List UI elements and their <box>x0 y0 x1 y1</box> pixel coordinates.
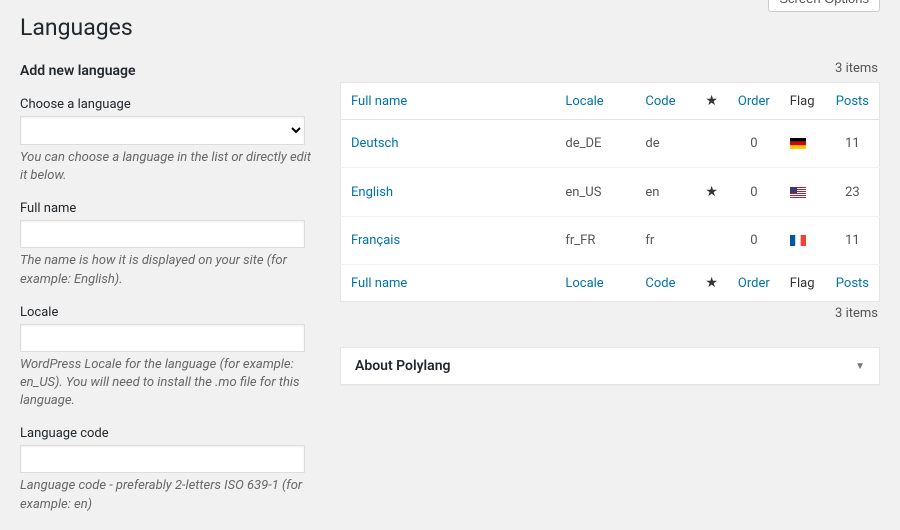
form-section-title: Add new language <box>20 63 320 79</box>
full-name-input[interactable] <box>20 220 305 248</box>
about-polylang-toggle[interactable]: About Polylang ▼ <box>341 348 879 384</box>
choose-language-select[interactable] <box>20 116 305 145</box>
star-icon[interactable]: ★ <box>705 93 718 109</box>
chevron-down-icon: ▼ <box>855 361 865 372</box>
add-language-form: Add new language Choose a language You c… <box>20 57 320 530</box>
language-name-link[interactable]: Français <box>351 233 400 248</box>
language-code: fr <box>635 217 695 265</box>
col-footer-full-name[interactable]: Full name <box>351 276 407 291</box>
flag-icon <box>790 138 806 149</box>
table-row: English en_USen ★ 0 23 <box>341 168 880 217</box>
language-order: 0 <box>728 168 780 217</box>
language-locale: en_US <box>555 168 635 217</box>
col-header-code[interactable]: Code <box>645 94 675 109</box>
star-icon[interactable]: ★ <box>705 184 718 200</box>
language-order: 0 <box>728 120 780 168</box>
col-footer-code[interactable]: Code <box>645 276 675 291</box>
locale-label: Locale <box>20 305 320 320</box>
col-footer-flag: Flag <box>790 276 815 291</box>
language-name-link[interactable]: Deutsch <box>351 136 399 151</box>
screen-options-button[interactable]: Screen Options <box>768 0 880 12</box>
language-name-link[interactable]: English <box>351 185 393 200</box>
col-header-full-name[interactable]: Full name <box>351 94 407 109</box>
full-name-help: The name is how it is displayed on your … <box>20 252 320 288</box>
choose-language-help: You can choose a language in the list or… <box>20 149 320 185</box>
table-row: Français fr_FRfr 0 11 <box>341 217 880 265</box>
language-code: en <box>635 168 695 217</box>
language-posts: 11 <box>826 217 880 265</box>
language-locale: de_DE <box>555 120 635 168</box>
language-posts: 23 <box>826 168 880 217</box>
flag-icon <box>790 187 806 198</box>
full-name-label: Full name <box>20 201 320 216</box>
language-posts: 11 <box>826 120 880 168</box>
choose-language-label: Choose a language <box>20 97 320 112</box>
language-locale: fr_FR <box>555 217 635 265</box>
language-code-help: Language code - preferably 2-letters ISO… <box>20 477 320 513</box>
col-footer-locale[interactable]: Locale <box>565 276 603 291</box>
items-count-bottom: 3 items <box>340 306 878 321</box>
col-header-flag: Flag <box>790 94 815 109</box>
about-polylang-title: About Polylang <box>355 358 450 374</box>
col-header-posts[interactable]: Posts <box>836 94 869 109</box>
col-header-order[interactable]: Order <box>738 94 770 109</box>
language-code: de <box>635 120 695 168</box>
languages-table: Full name Locale Code ★ Order Flag Posts… <box>340 82 880 302</box>
language-order: 0 <box>728 217 780 265</box>
page-title: Languages <box>20 14 880 41</box>
col-header-locale[interactable]: Locale <box>565 94 603 109</box>
language-code-label: Language code <box>20 426 320 441</box>
locale-help: WordPress Locale for the language (for e… <box>20 356 320 411</box>
locale-input[interactable] <box>20 324 305 352</box>
about-polylang-box: About Polylang ▼ <box>340 347 880 385</box>
table-row: Deutsch de_DEde 0 11 <box>341 120 880 168</box>
items-count-top: 3 items <box>340 61 878 76</box>
flag-icon <box>790 235 806 246</box>
language-code-input[interactable] <box>20 445 305 473</box>
star-icon[interactable]: ★ <box>705 275 718 291</box>
col-footer-order[interactable]: Order <box>738 276 770 291</box>
col-footer-posts[interactable]: Posts <box>836 276 869 291</box>
